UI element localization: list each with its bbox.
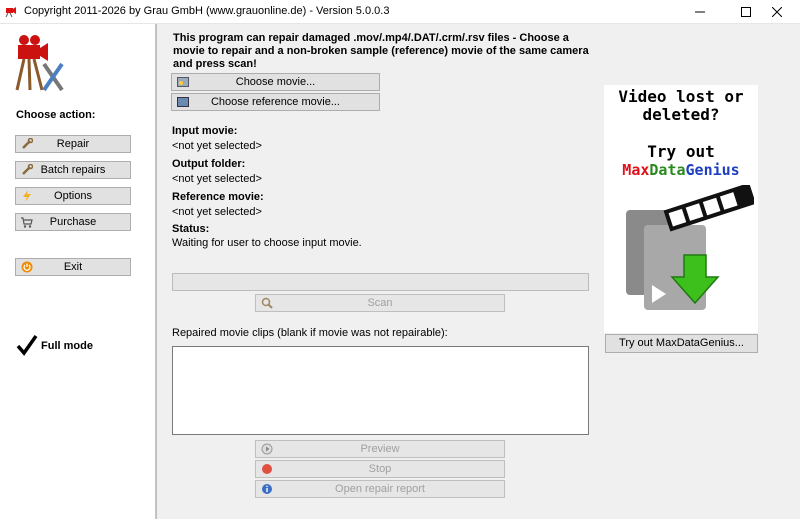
stop-button[interactable]: Stop xyxy=(255,460,505,478)
minimize-icon xyxy=(695,11,705,13)
status-label: Status: xyxy=(172,223,210,235)
repaired-clips-list[interactable] xyxy=(172,346,589,435)
open-report-button-label: Open repair report xyxy=(335,483,425,495)
title-bar: Copyright 2011-2026 by Grau GmbH (www.gr… xyxy=(0,0,800,24)
input-movie-value: <not yet selected> xyxy=(172,140,262,152)
choose-action-label: Choose action: xyxy=(16,109,96,121)
movie-file-icon xyxy=(177,77,189,87)
ad-brand-logo: MaxDataGenius xyxy=(604,160,758,180)
output-folder-value: <not yet selected> xyxy=(172,173,262,185)
purchase-button[interactable]: Purchase xyxy=(15,213,131,231)
ad-headline-line1: Video lost or xyxy=(618,87,744,106)
purchase-button-label: Purchase xyxy=(49,216,97,228)
recovery-illustration xyxy=(626,185,754,310)
try-maxdatagenius-button-label: Try out MaxDataGenius... xyxy=(619,337,744,349)
repair-button-label: Repair xyxy=(56,138,90,150)
exit-button[interactable]: Exit xyxy=(15,258,131,276)
maximize-icon xyxy=(741,6,751,17)
minimize-button[interactable] xyxy=(677,0,723,23)
full-mode-label: Full mode xyxy=(41,340,93,352)
repaired-clips-label: Repaired movie clips (blank if movie was… xyxy=(172,327,448,339)
batch-repairs-button-label: Batch repairs xyxy=(40,164,106,176)
choose-reference-button-label: Choose reference movie... xyxy=(210,96,340,108)
window-title: Copyright 2011-2026 by Grau GmbH (www.gr… xyxy=(24,5,390,17)
open-repair-report-button[interactable]: Open repair report xyxy=(255,480,505,498)
output-folder-label: Output folder: xyxy=(172,158,246,170)
movie-file-icon xyxy=(177,97,189,107)
magnifier-icon xyxy=(261,297,273,309)
ad-headline-line2: deleted? xyxy=(642,105,720,124)
progress-bar xyxy=(172,273,589,291)
exit-button-label: Exit xyxy=(63,261,83,273)
main-panel: This program can repair damaged .mov/.mp… xyxy=(156,24,800,519)
scan-button[interactable]: Scan xyxy=(255,294,505,312)
try-maxdatagenius-button[interactable]: Try out MaxDataGenius... xyxy=(605,334,758,353)
app-icon xyxy=(5,7,16,17)
options-button-label: Options xyxy=(54,190,92,202)
power-icon xyxy=(21,261,33,273)
preview-button[interactable]: Preview xyxy=(255,440,505,458)
sidebar: Choose action: Repair Batch repairs Opti… xyxy=(0,24,156,519)
stop-icon xyxy=(262,464,272,474)
choose-movie-button[interactable]: Choose movie... xyxy=(171,73,380,91)
batch-repairs-button[interactable]: Batch repairs xyxy=(15,161,131,179)
scan-button-label: Scan xyxy=(367,297,393,309)
close-icon xyxy=(771,6,783,18)
shopping-cart-icon xyxy=(21,217,33,228)
ad-brand-part1: MaxData xyxy=(622,161,686,179)
reference-movie-value: <not yet selected> xyxy=(172,206,262,218)
play-icon xyxy=(261,443,273,455)
wrench-icon xyxy=(22,138,33,149)
wrench-icon xyxy=(22,164,33,175)
options-button[interactable]: Options xyxy=(15,187,131,205)
camera-repair-logo xyxy=(14,30,66,94)
input-movie-label: Input movie: xyxy=(172,125,238,137)
advertisement-panel[interactable]: Video lost or deleted? Try out MaxDataGe… xyxy=(604,85,758,333)
choose-reference-movie-button[interactable]: Choose reference movie... xyxy=(171,93,380,111)
ad-brand-part2: Genius xyxy=(685,161,740,179)
repair-button[interactable]: Repair xyxy=(15,135,131,153)
reference-movie-label: Reference movie: xyxy=(172,191,264,203)
intro-text: This program can repair damaged .mov/.mp… xyxy=(173,32,589,70)
choose-movie-button-label: Choose movie... xyxy=(235,76,316,88)
checkmark-icon xyxy=(16,334,38,356)
close-button[interactable] xyxy=(754,0,800,23)
status-value: Waiting for user to choose input movie. xyxy=(172,237,362,249)
ad-try-out-text: Try out xyxy=(647,142,715,161)
stop-button-label: Stop xyxy=(368,463,392,475)
lightning-icon xyxy=(23,190,31,202)
preview-button-label: Preview xyxy=(360,443,400,455)
info-icon xyxy=(262,484,272,494)
